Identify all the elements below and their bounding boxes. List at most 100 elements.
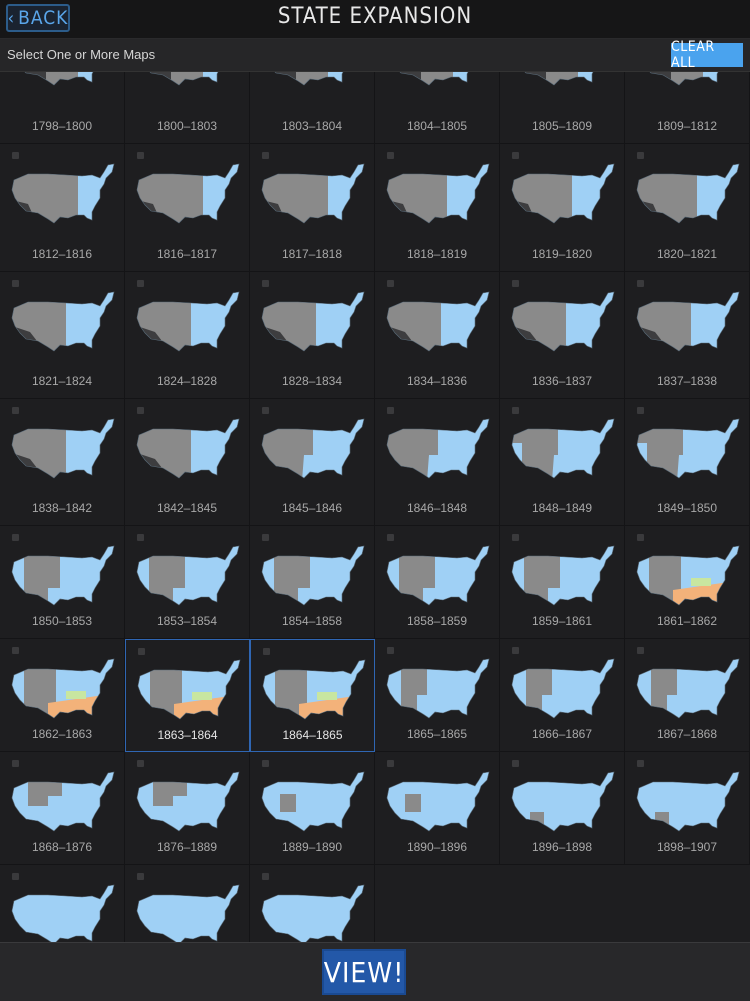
- page-title: STATE EXPANSION: [277, 4, 473, 29]
- map-year-label: 1876–1889: [156, 840, 218, 854]
- map-tile[interactable]: 1819–1820: [500, 144, 625, 272]
- selection-indicator-icon: [137, 280, 144, 287]
- selection-indicator-icon: [263, 648, 270, 655]
- selection-indicator-icon: [512, 760, 519, 767]
- map-tile[interactable]: 1890–1896: [375, 752, 500, 865]
- map-year-label: 1868–1876: [31, 840, 93, 854]
- selection-indicator-icon: [137, 534, 144, 541]
- map-tile[interactable]: 1849–1850: [625, 399, 750, 526]
- map-tile[interactable]: 1868–1876: [0, 752, 125, 865]
- map-tile[interactable]: 1821–1824: [0, 272, 125, 399]
- map-year-label: 1805–1809: [531, 119, 593, 133]
- map-year-label: 1845–1846: [281, 501, 343, 515]
- map-year-label: 1837–1838: [656, 374, 718, 388]
- top-bar: ‹ BACK STATE EXPANSION: [0, 0, 750, 39]
- selection-indicator-icon: [262, 152, 269, 159]
- map-tile[interactable]: 1817–1818: [250, 144, 375, 272]
- map-tile[interactable]: 1800–1803: [125, 72, 250, 144]
- us-map-thumbnail: [136, 418, 240, 479]
- map-tile[interactable]: 1854–1858: [250, 526, 375, 639]
- selection-indicator-icon: [137, 873, 144, 880]
- map-year-label: 1858–1859: [406, 614, 468, 628]
- map-year-label: 1849–1850: [656, 501, 718, 515]
- map-tile[interactable]: 1848–1849: [500, 399, 625, 526]
- map-year-label: 1820–1821: [656, 247, 718, 261]
- selection-indicator-icon: [637, 534, 644, 541]
- us-map-thumbnail: [136, 771, 240, 832]
- selection-indicator-icon: [387, 152, 394, 159]
- selection-indicator-icon: [12, 280, 19, 287]
- map-tile[interactable]: 1820–1821: [625, 144, 750, 272]
- map-year-label: 1864–1865: [282, 728, 343, 742]
- us-map-thumbnail: [262, 659, 366, 720]
- map-tile[interactable]: [250, 865, 375, 942]
- selection-indicator-icon: [387, 760, 394, 767]
- selection-indicator-icon: [637, 647, 644, 654]
- map-tile[interactable]: 1850–1853: [0, 526, 125, 639]
- map-tile[interactable]: 1837–1838: [625, 272, 750, 399]
- map-year-label: 1803–1804: [281, 119, 343, 133]
- map-tile[interactable]: 1865–1865: [375, 639, 500, 752]
- map-tile[interactable]: 1846–1848: [375, 399, 500, 526]
- view-button[interactable]: VIEW!: [322, 949, 406, 995]
- map-tile[interactable]: 1858–1859: [375, 526, 500, 639]
- selection-indicator-icon: [12, 152, 19, 159]
- map-tile[interactable]: 1803–1804: [250, 72, 375, 144]
- map-tile[interactable]: 1859–1861: [500, 526, 625, 639]
- map-tile[interactable]: 1864–1865: [250, 639, 375, 752]
- map-tile[interactable]: 1842–1845: [125, 399, 250, 526]
- map-tile[interactable]: [125, 865, 250, 942]
- map-tile[interactable]: 1867–1868: [625, 639, 750, 752]
- map-tile[interactable]: 1889–1890: [250, 752, 375, 865]
- map-tile[interactable]: 1812–1816: [0, 144, 125, 272]
- map-tile[interactable]: 1866–1867: [500, 639, 625, 752]
- map-year-label: 1836–1837: [531, 374, 593, 388]
- selection-indicator-icon: [137, 760, 144, 767]
- map-tile[interactable]: 1876–1889: [125, 752, 250, 865]
- selection-toolbar: Select One or More Maps CLEAR ALL: [0, 39, 750, 72]
- map-tile[interactable]: 1798–1800: [0, 72, 125, 144]
- map-year-label: 1812–1816: [31, 247, 93, 261]
- selection-indicator-icon: [637, 407, 644, 414]
- selection-indicator-icon: [637, 760, 644, 767]
- map-tile[interactable]: 1836–1837: [500, 272, 625, 399]
- us-map-thumbnail: [11, 658, 115, 719]
- map-tile[interactable]: [0, 865, 125, 942]
- selection-indicator-icon: [512, 647, 519, 654]
- selection-indicator-icon: [387, 280, 394, 287]
- map-tile[interactable]: 1838–1842: [0, 399, 125, 526]
- map-year-label: 1824–1828: [156, 374, 218, 388]
- clear-all-button[interactable]: CLEAR ALL: [671, 39, 743, 71]
- map-tile[interactable]: 1828–1834: [250, 272, 375, 399]
- selection-indicator-icon: [387, 534, 394, 541]
- map-tile[interactable]: 1804–1805: [375, 72, 500, 144]
- map-tile[interactable]: 1818–1819: [375, 144, 500, 272]
- us-map-thumbnail: [261, 545, 365, 606]
- map-tile[interactable]: 1824–1828: [125, 272, 250, 399]
- us-map-thumbnail: [12, 72, 114, 86]
- map-year-label: 1898–1907: [656, 840, 718, 854]
- map-tile[interactable]: 1863–1864: [125, 639, 250, 752]
- map-tile[interactable]: 1896–1898: [500, 752, 625, 865]
- map-tile[interactable]: 1834–1836: [375, 272, 500, 399]
- us-map-thumbnail: [386, 163, 490, 224]
- us-map-thumbnail: [136, 291, 240, 352]
- map-tile[interactable]: 1809–1812: [625, 72, 750, 144]
- map-year-label: 1816–1817: [156, 247, 218, 261]
- map-tile[interactable]: 1853–1854: [125, 526, 250, 639]
- selection-indicator-icon: [12, 534, 19, 541]
- map-year-label: 1889–1890: [281, 840, 343, 854]
- map-year-label: 1828–1834: [281, 374, 343, 388]
- us-map-thumbnail: [636, 418, 740, 479]
- map-tile[interactable]: 1816–1817: [125, 144, 250, 272]
- map-tile[interactable]: 1845–1846: [250, 399, 375, 526]
- selection-indicator-icon: [262, 873, 269, 880]
- map-year-label: 1854–1858: [281, 614, 343, 628]
- map-tile[interactable]: 1805–1809: [500, 72, 625, 144]
- map-year-label: 1853–1854: [156, 614, 218, 628]
- map-tile[interactable]: 1898–1907: [625, 752, 750, 865]
- bottom-bar: VIEW!: [0, 942, 750, 1001]
- map-tile[interactable]: 1861–1862: [625, 526, 750, 639]
- map-tile[interactable]: 1862–1863: [0, 639, 125, 752]
- map-grid: 1798–1800 1800–1803 1803–1804 1804–1805 1805…: [0, 72, 750, 942]
